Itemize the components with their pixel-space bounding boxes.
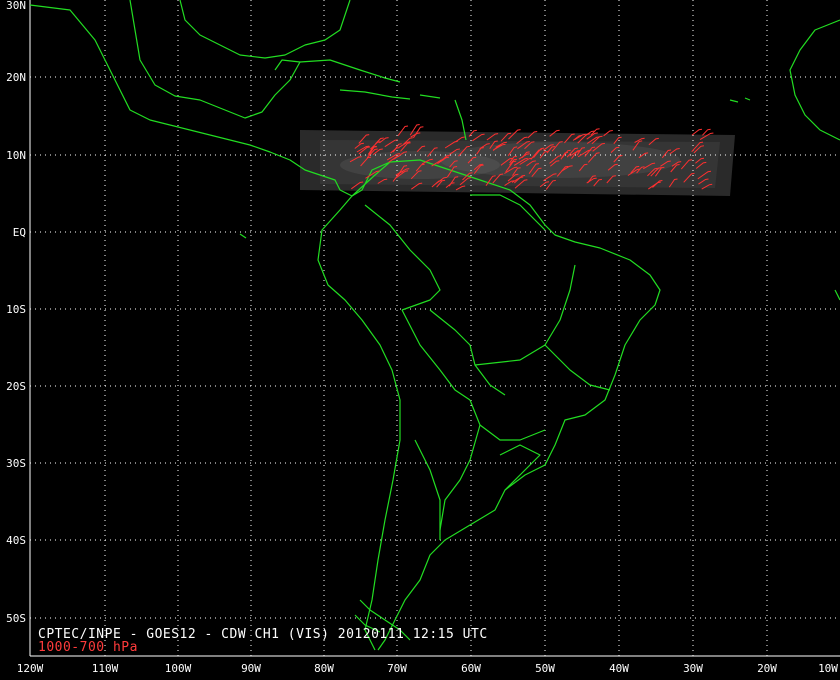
lat-label: 10S	[6, 303, 26, 316]
pressure-layer-label: 1000-700 hPa	[38, 640, 138, 655]
lon-label: 10W	[818, 662, 838, 675]
lon-label: 40W	[609, 662, 629, 675]
lon-label: 30W	[683, 662, 703, 675]
lon-label: 50W	[535, 662, 555, 675]
lon-label: 80W	[314, 662, 334, 675]
lon-label: 110W	[92, 662, 119, 675]
lat-label: 20N	[6, 71, 26, 84]
lon-label: 70W	[387, 662, 407, 675]
lon-label: 60W	[461, 662, 481, 675]
satellite-wind-map: 30N 20N 10N EQ 10S 20S 30S 40S 50S 120W 110W 100W 9…	[0, 0, 840, 680]
lon-label: 90W	[241, 662, 261, 675]
lat-label: 50S	[6, 612, 26, 625]
lat-label: 10N	[6, 149, 26, 162]
lon-label: 120W	[17, 662, 44, 675]
lon-label: 100W	[165, 662, 192, 675]
lon-label: 20W	[757, 662, 777, 675]
lat-label: EQ	[13, 226, 26, 239]
lat-label: 30N	[6, 0, 26, 12]
lat-label: 40S	[6, 534, 26, 547]
lat-label: 30S	[6, 457, 26, 470]
lat-label: 20S	[6, 380, 26, 393]
